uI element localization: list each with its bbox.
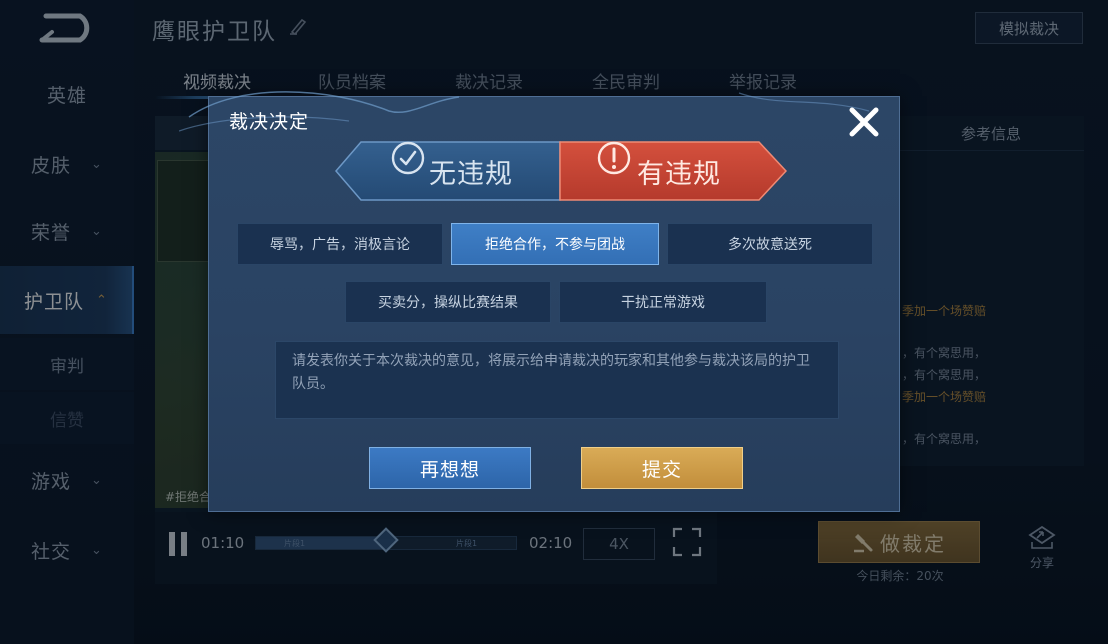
rethink-button[interactable]: 再想想 bbox=[369, 447, 531, 489]
reason-match-fixing[interactable]: 买卖分，操纵比赛结果 bbox=[345, 281, 551, 323]
reason-no-teamwork[interactable]: 拒绝合作，不参与团战 bbox=[451, 223, 659, 265]
check-circle-icon bbox=[391, 141, 425, 175]
no-violation-label: 无违规 bbox=[429, 158, 513, 190]
dialog-title: 裁决决定 bbox=[229, 111, 310, 133]
reason-feeding[interactable]: 多次故意送死 bbox=[667, 223, 873, 265]
comment-input[interactable]: 请发表你关于本次裁决的意见，将展示给申请裁决的玩家和其他参与裁决该局的护卫队员。 bbox=[275, 341, 839, 419]
violation-label: 有违规 bbox=[637, 158, 721, 190]
close-icon[interactable] bbox=[847, 105, 881, 139]
game-screen: 英雄 皮肤 ⌄ 荣誉 ⌄ 护卫队 ⌃ 审判 信赞 游戏 ⌄ 社交 ⌄ 鹰眼护卫队 bbox=[0, 0, 1108, 644]
violation-option[interactable]: 有违规 bbox=[559, 141, 787, 201]
no-violation-option[interactable]: 无违规 bbox=[335, 141, 561, 201]
reason-game-interference[interactable]: 干扰正常游戏 bbox=[559, 281, 767, 323]
submit-button[interactable]: 提交 bbox=[581, 447, 743, 489]
verdict-dialog: 裁决决定 无违规 有违规 辱骂，广告，消极言论 拒绝合作，不参与团战 多次故意送… bbox=[179, 91, 900, 512]
reason-abuse-ads[interactable]: 辱骂，广告，消极言论 bbox=[237, 223, 443, 265]
alert-circle-icon bbox=[597, 141, 631, 175]
